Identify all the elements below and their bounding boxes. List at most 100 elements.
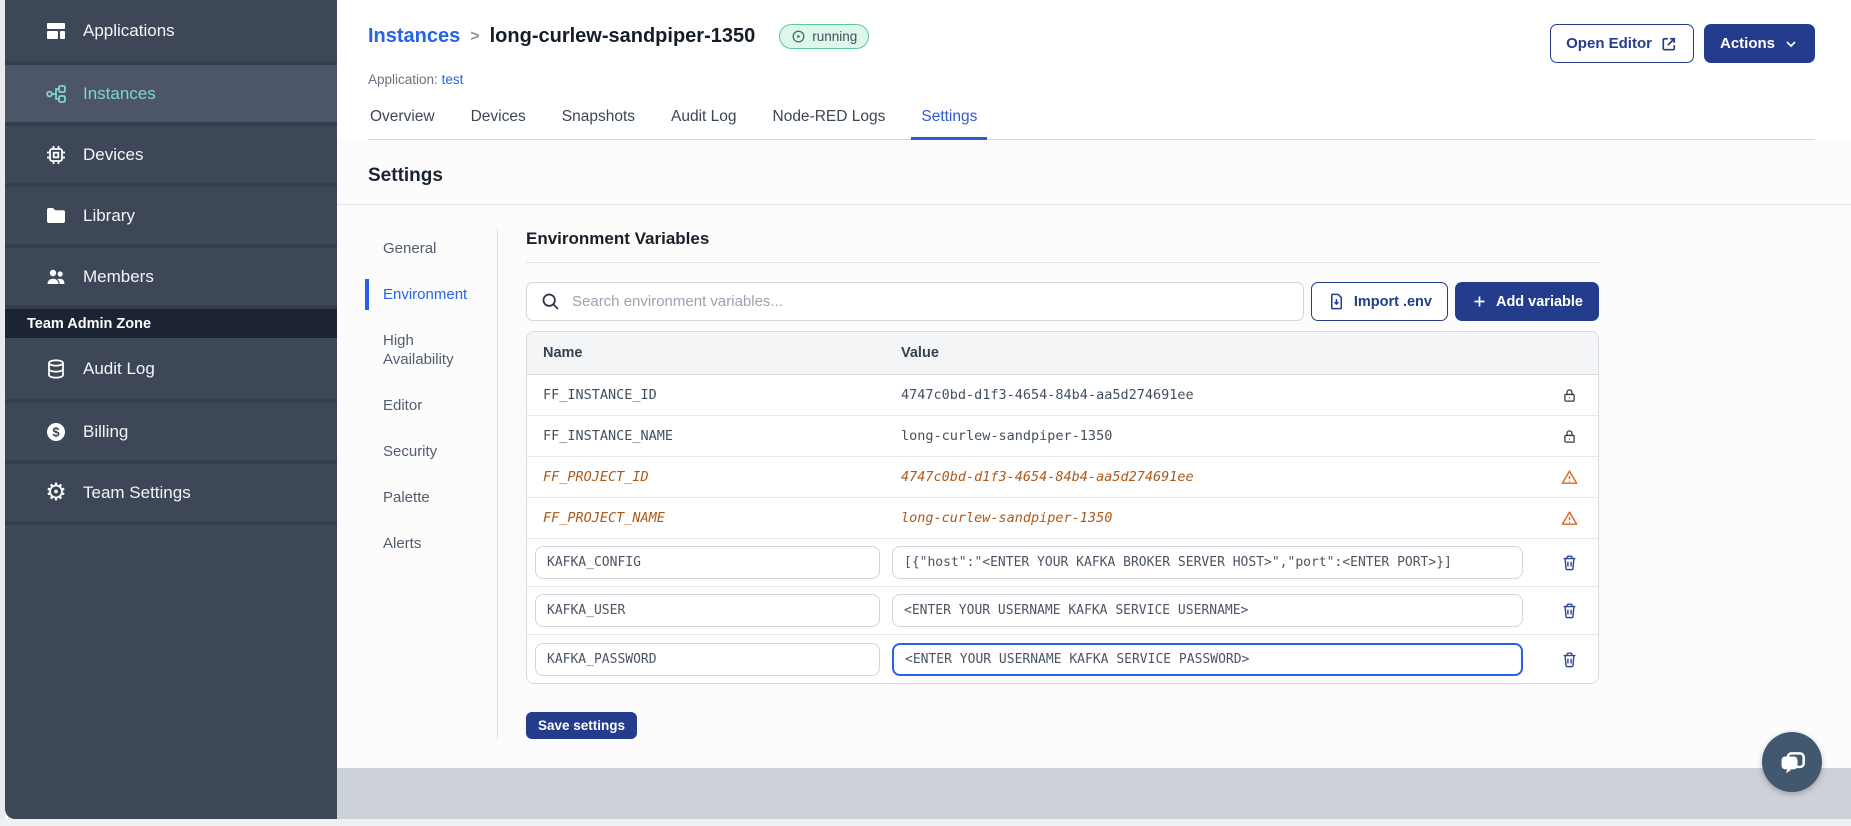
delete-variable-button[interactable] [1556,646,1583,673]
table-row [527,635,1598,683]
delete-variable-button[interactable] [1556,549,1583,576]
sidebar-item-library[interactable]: Library [5,183,337,244]
sidebar-item-audit-log[interactable]: Audit Log [5,338,337,399]
tab-overview[interactable]: Overview [368,108,437,139]
search-icon [540,291,561,312]
open-editor-button[interactable]: Open Editor [1550,24,1694,63]
table-row: FF_INSTANCE_ID 4747c0bd-d1f3-4654-84b4-a… [527,375,1598,416]
warning-icon [1540,468,1598,487]
sidebar-item-label: Devices [83,144,144,164]
status-badge-label: running [812,29,858,44]
table-row [527,539,1598,587]
chat-widget-button[interactable] [1762,732,1822,792]
users-icon [43,264,69,290]
env-value-input[interactable] [892,546,1523,579]
tab-snapshots[interactable]: Snapshots [560,108,637,139]
sidebar-item-label: Library [83,205,135,225]
table-row: FF_PROJECT_ID 4747c0bd-d1f3-4654-84b4-aa… [527,457,1598,498]
sidebar-item-label: Audit Log [83,358,155,378]
add-variable-button[interactable]: Add variable [1454,282,1599,321]
sidebar-item-instances[interactable]: Instances [5,61,337,122]
plus-icon [1471,293,1488,310]
page-title: Settings [337,140,1851,205]
application-link[interactable]: test [442,72,464,87]
applications-icon [43,18,69,44]
subnav-alerts[interactable]: Alerts [383,534,475,553]
settings-content: Settings General Environment High Availa… [337,140,1851,768]
subnav-general[interactable]: General [383,239,475,258]
section-title: Environment Variables [526,229,1599,263]
sidebar-item-team-settings[interactable]: ⚙ Team Settings [5,460,337,521]
env-value: 4747c0bd-d1f3-4654-84b4-aa5d274691ee [901,469,1194,485]
tab-devices[interactable]: Devices [469,108,528,139]
save-settings-button[interactable]: Save settings [526,712,638,739]
document-download-icon [1327,292,1346,311]
table-header: Name Value [527,332,1598,375]
chat-icon [1776,746,1808,778]
import-env-button[interactable]: Import .env [1310,282,1448,321]
table-row: FF_INSTANCE_NAME long-curlew-sandpiper-1… [527,416,1598,457]
application-line: Application: test [368,72,1815,87]
breadcrumb: Instances > long-curlew-sandpiper-1350 r… [368,24,870,49]
search-box [526,282,1304,321]
lock-icon [1540,387,1598,404]
env-value: long-curlew-sandpiper-1350 [901,428,1113,444]
env-toolbar: Import .env Add variable [526,282,1599,321]
gear-icon: ⚙ [45,478,67,506]
env-value-input-focused[interactable] [892,642,1523,676]
tab-node-red-logs[interactable]: Node-RED Logs [771,108,888,139]
sidebar-item-label: Members [83,266,154,286]
table-row: FF_PROJECT_NAME long-curlew-sandpiper-13… [527,498,1598,539]
external-link-icon [1660,35,1678,53]
column-header-value: Value [901,345,939,361]
env-name: FF_INSTANCE_ID [543,387,657,403]
sidebar-item-label: Billing [83,421,129,441]
subnav-high-availability[interactable]: High Availability [383,331,475,369]
dollar-icon: $ [43,419,69,445]
sidebar-filler [5,521,337,819]
subnav-security[interactable]: Security [383,442,475,461]
env-name-input[interactable] [535,594,880,627]
sidebar-item-members[interactable]: Members [5,244,337,305]
sidebar: Applications Instances Devices Library M… [5,0,337,819]
breadcrumb-separator: > [470,27,480,45]
actions-button[interactable]: Actions [1703,24,1815,63]
subnav-environment[interactable]: Environment [365,279,475,310]
instance-name: long-curlew-sandpiper-1350 [489,25,756,47]
delete-variable-button[interactable] [1556,597,1583,624]
app-window: Applications Instances Devices Library M… [0,0,1851,819]
env-name-input[interactable] [535,642,880,676]
subnav-editor[interactable]: Editor [383,396,475,415]
search-input[interactable] [572,293,1290,310]
open-editor-label: Open Editor [1566,35,1652,52]
instances-icon [43,81,69,107]
folder-icon [43,203,69,229]
env-variables-table: Name Value FF_INSTANCE_ID 4747c0bd-d1f3-… [526,331,1599,684]
warning-icon [1540,509,1598,528]
main-area: Instances > long-curlew-sandpiper-1350 r… [337,0,1851,819]
tab-settings[interactable]: Settings [911,108,988,140]
env-value-input[interactable] [892,594,1523,627]
play-circle-icon [791,29,806,44]
breadcrumb-instances-link[interactable]: Instances [368,25,460,48]
page-header: Instances > long-curlew-sandpiper-1350 r… [337,0,1851,140]
sidebar-item-label: Applications [83,20,175,40]
application-label: Application: [368,72,438,87]
subnav-palette[interactable]: Palette [383,488,475,507]
env-name: FF_PROJECT_ID [543,469,649,485]
lock-icon [1540,428,1598,445]
database-icon [43,356,69,382]
instance-tabs: Overview Devices Snapshots Audit Log Nod… [368,108,1815,140]
sidebar-item-devices[interactable]: Devices [5,122,337,183]
env-value: 4747c0bd-d1f3-4654-84b4-aa5d274691ee [901,387,1194,403]
sidebar-item-applications[interactable]: Applications [5,0,337,61]
env-name-input[interactable] [535,546,880,579]
env-value: long-curlew-sandpiper-1350 [901,510,1113,526]
tab-audit-log[interactable]: Audit Log [669,108,739,139]
status-badge: running [779,24,870,49]
sidebar-item-label: Team Settings [83,482,191,502]
table-row [527,587,1598,635]
environment-panel: Environment Variables Impo [526,229,1599,739]
sidebar-item-billing[interactable]: $ Billing [5,399,337,460]
env-name: FF_PROJECT_NAME [543,510,665,526]
